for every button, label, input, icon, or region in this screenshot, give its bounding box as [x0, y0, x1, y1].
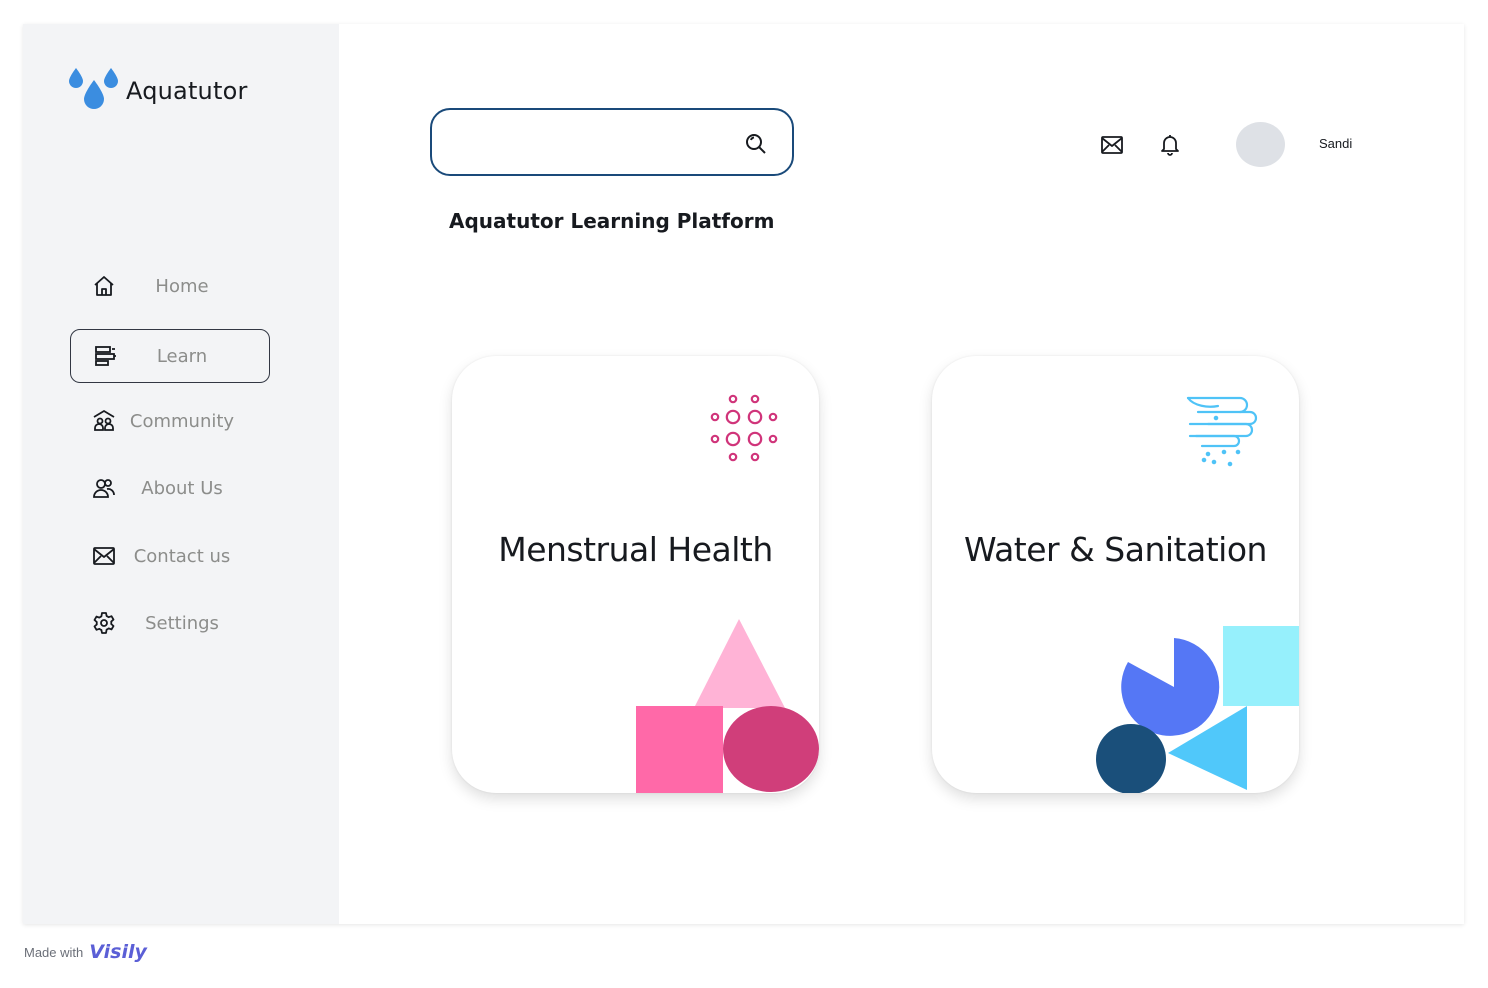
- footer: Made with Visily: [24, 941, 147, 963]
- app-frame: Aquatutor Home Learn Community About Us …: [23, 24, 1464, 924]
- bell-icon[interactable]: [1158, 132, 1182, 156]
- mail-icon[interactable]: [1100, 133, 1124, 157]
- visily-logo[interactable]: Visily: [89, 941, 147, 963]
- user-name[interactable]: Sandi: [1319, 136, 1352, 151]
- about-us-icon: [93, 479, 115, 498]
- logo[interactable]: Aquatutor: [68, 66, 248, 114]
- sidebar-item-home[interactable]: Home: [70, 259, 270, 313]
- page-title: Aquatutor Learning Platform: [449, 209, 775, 233]
- card-menstrual-health[interactable]: Menstrual Health: [452, 356, 819, 793]
- sidebar-item-about-us[interactable]: About Us: [70, 461, 270, 515]
- sidebar: Aquatutor Home Learn Community About Us …: [23, 24, 339, 924]
- community-icon: [93, 409, 115, 431]
- avatar[interactable]: [1236, 122, 1285, 167]
- sidebar-item-learn[interactable]: Learn: [70, 329, 270, 383]
- sidebar-item-contact-us[interactable]: Contact us: [70, 529, 270, 583]
- card-illustration: [1096, 396, 1299, 793]
- search-input[interactable]: [448, 124, 732, 162]
- card-illustration: [636, 394, 819, 793]
- water-drops-icon: [69, 68, 118, 109]
- card-title: Menstrual Health: [498, 530, 773, 569]
- sidebar-item-community[interactable]: Community: [70, 394, 270, 448]
- search-box[interactable]: [430, 108, 794, 176]
- made-with-label: Made with: [24, 944, 84, 960]
- gear-icon: [93, 612, 115, 634]
- brand-name: Aquatutor: [126, 77, 248, 105]
- mail-icon: [93, 547, 115, 565]
- learn-icon: [95, 346, 116, 366]
- hand-water-icon: [1186, 396, 1258, 467]
- sidebar-item-settings[interactable]: Settings: [70, 596, 270, 650]
- home-icon: [94, 276, 114, 296]
- card-water-sanitation[interactable]: Water & Sanitation: [932, 356, 1299, 793]
- dots-circle-icon: [710, 394, 778, 462]
- search-icon[interactable]: [744, 132, 768, 156]
- card-title: Water & Sanitation: [964, 530, 1267, 569]
